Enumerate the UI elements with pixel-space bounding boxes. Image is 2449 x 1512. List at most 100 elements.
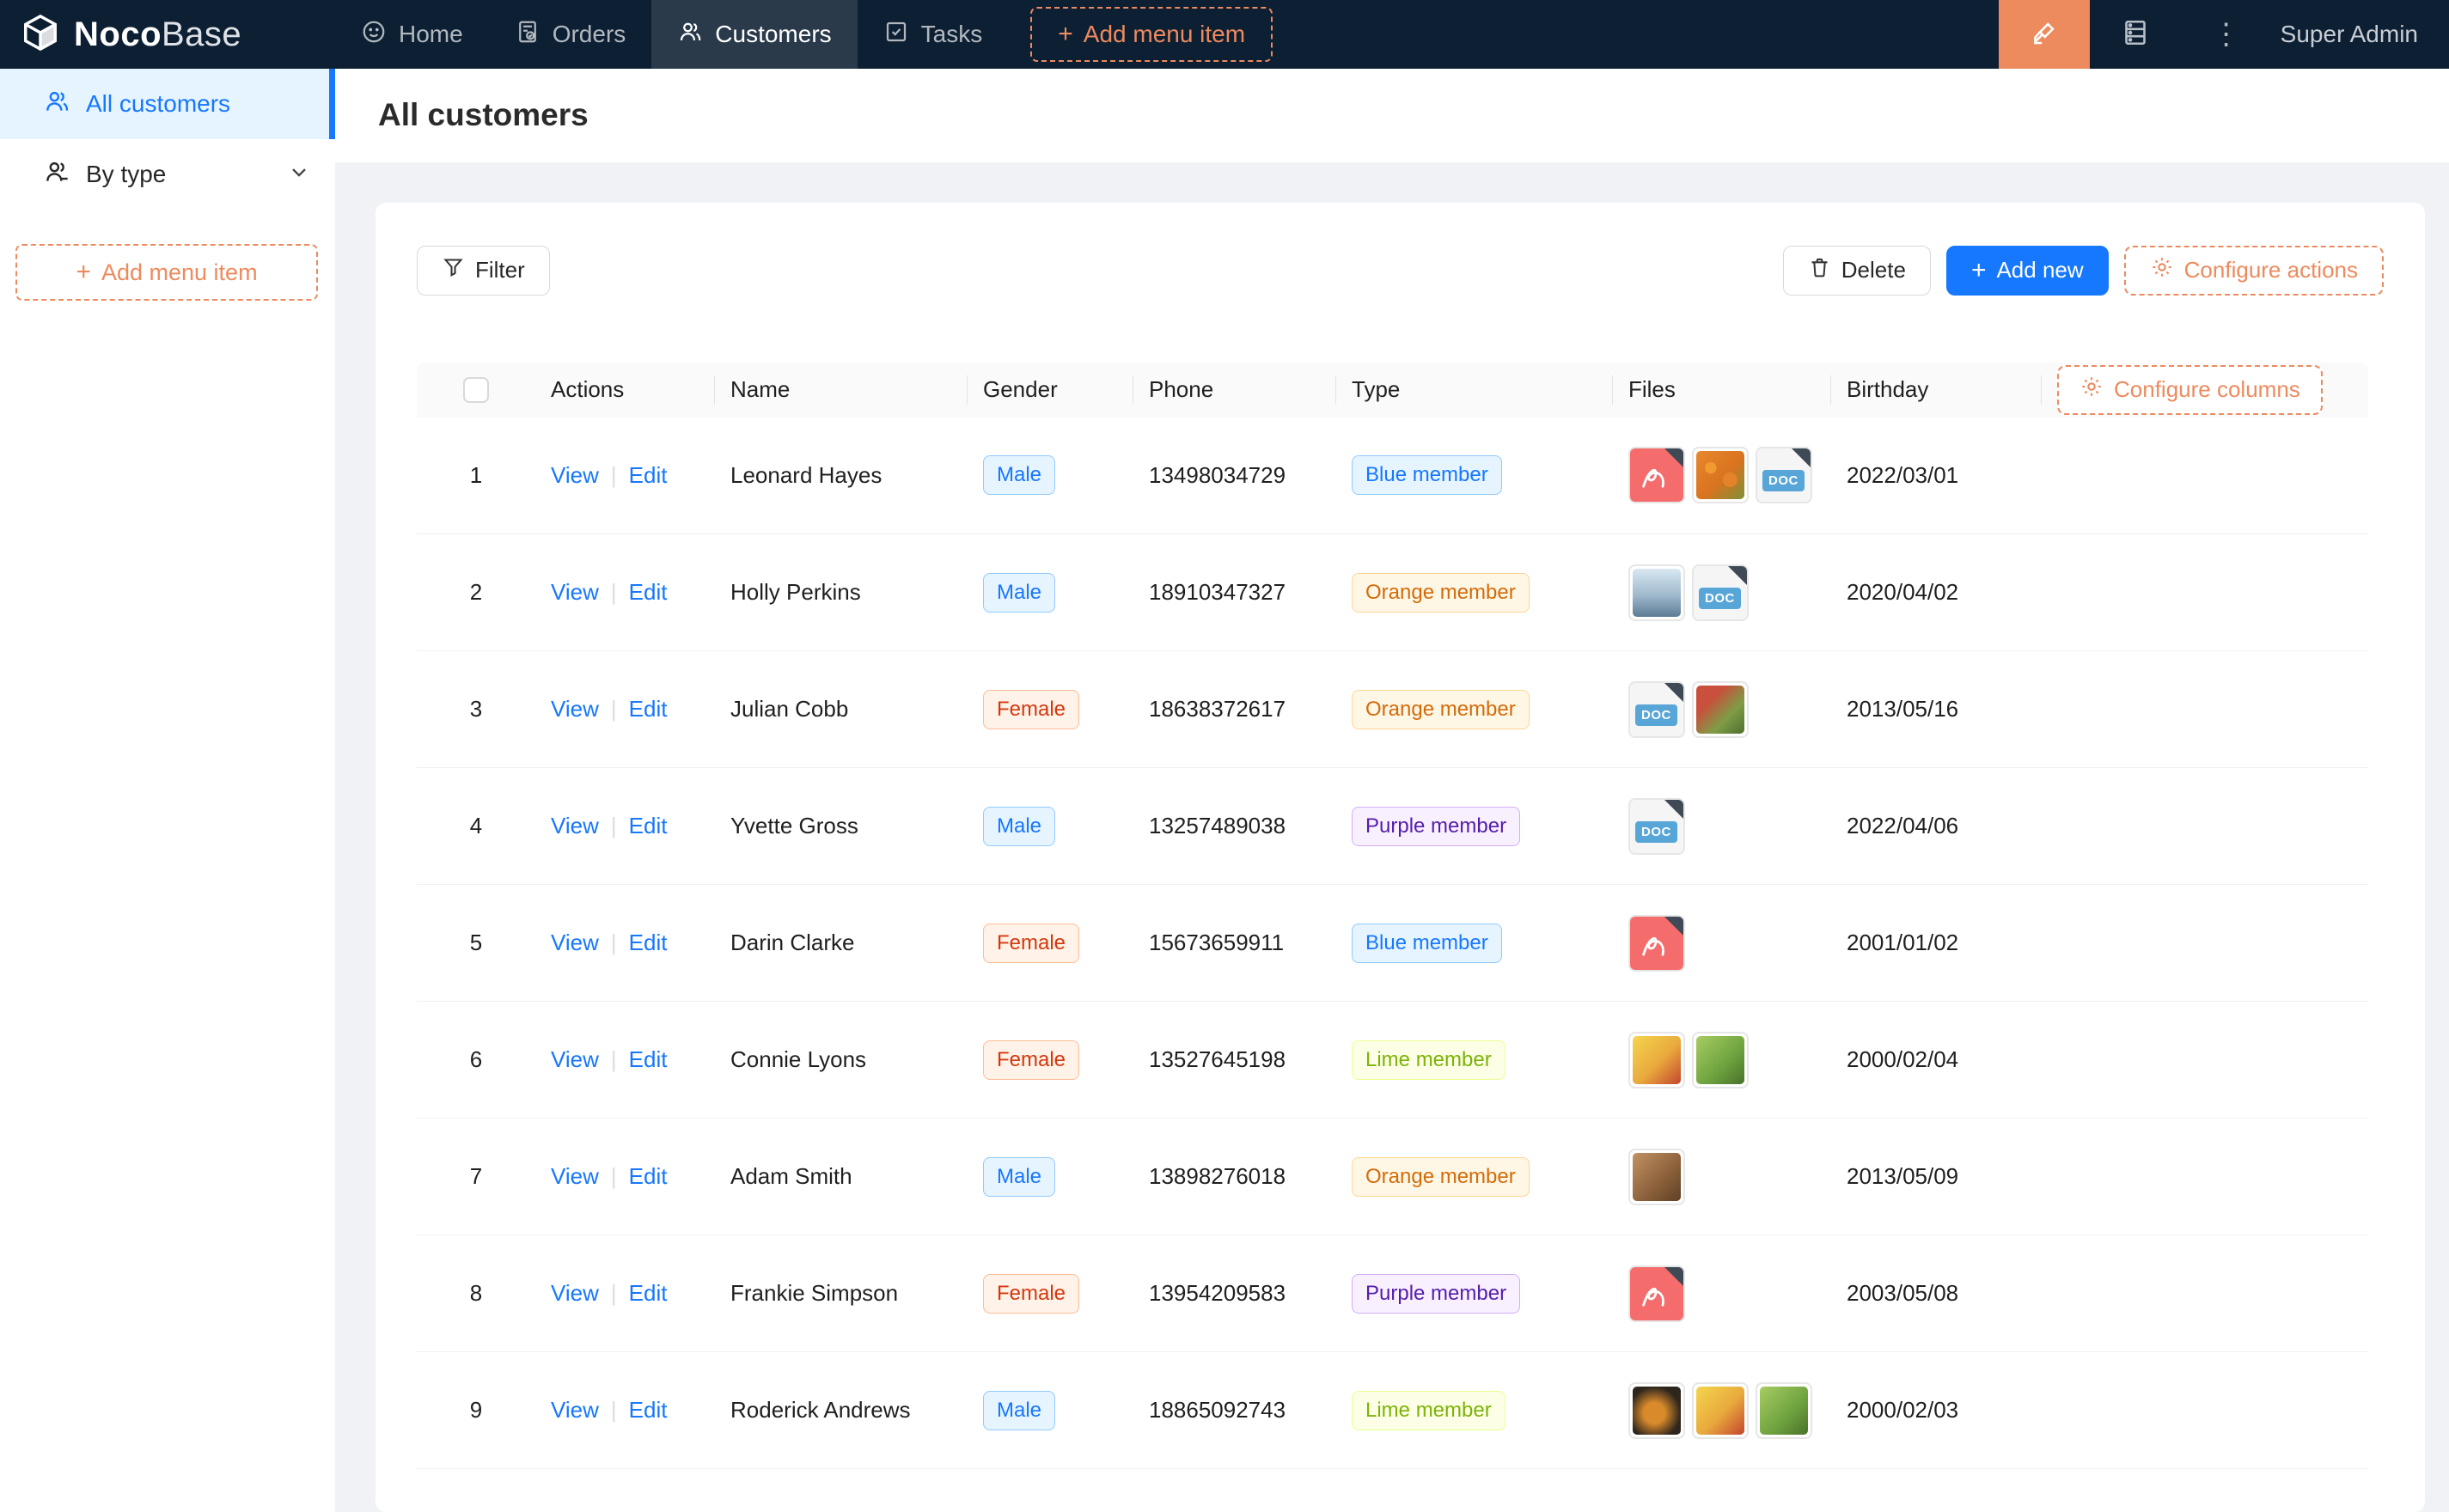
gender-cell: Male: [968, 1352, 1133, 1469]
edit-link[interactable]: Edit: [629, 696, 668, 722]
user-menu[interactable]: Super Admin: [2272, 21, 2449, 48]
nav-item-home[interactable]: Home: [335, 0, 489, 69]
database-icon: [2120, 17, 2151, 52]
member-type-tag: Purple member: [1352, 1274, 1520, 1314]
divider: |: [611, 1280, 617, 1306]
view-link[interactable]: View: [551, 1397, 599, 1423]
view-link[interactable]: View: [551, 696, 599, 722]
member-type-tag: Lime member: [1352, 1391, 1505, 1430]
empty-cell: [2042, 1119, 2368, 1235]
plus-icon: +: [1058, 21, 1073, 47]
select-all-checkbox[interactable]: [463, 377, 489, 403]
view-link[interactable]: View: [551, 813, 599, 838]
tasks-icon: [883, 19, 909, 51]
edit-link[interactable]: Edit: [629, 462, 668, 488]
view-link[interactable]: View: [551, 1280, 599, 1306]
nav-item-tasks[interactable]: Tasks: [858, 0, 1009, 69]
nav-add-menu-item-button[interactable]: + Add menu item: [1030, 7, 1273, 62]
files-cell: [1613, 885, 1831, 1002]
more-options-button[interactable]: ⋮: [2181, 0, 2272, 69]
edit-link[interactable]: Edit: [629, 1163, 668, 1189]
row-index: 5: [417, 885, 535, 1002]
table-block-card: Filter Delete + Add new: [376, 203, 2425, 1512]
table-row: 8 View|Edit Frankie Simpson Female 13954…: [417, 1235, 2368, 1352]
page-header: All customers: [335, 69, 2449, 162]
type-cell: Purple member: [1336, 1235, 1613, 1352]
image-file-thumbnail[interactable]: [1628, 1032, 1685, 1088]
phone-number: 15673659911: [1133, 885, 1336, 1002]
view-link[interactable]: View: [551, 930, 599, 955]
image-file-thumbnail[interactable]: [1628, 1382, 1685, 1439]
image-file-thumbnail[interactable]: [1756, 1382, 1812, 1439]
smiley-icon: [361, 19, 387, 51]
gender-tag: Female: [983, 924, 1079, 963]
nav-item-label: Orders: [553, 21, 626, 48]
row-index: 8: [417, 1235, 535, 1352]
edit-link[interactable]: Edit: [629, 1397, 668, 1423]
pdf-file-thumbnail[interactable]: [1628, 1265, 1685, 1322]
divider: |: [611, 696, 617, 722]
configure-actions-button[interactable]: Configure actions: [2124, 246, 2384, 296]
member-type-tag: Lime member: [1352, 1040, 1505, 1080]
sidebar-add-menu-item-button[interactable]: + Add menu item: [15, 244, 318, 301]
customer-name: Roderick Andrews: [715, 1352, 968, 1469]
nav-item-customers[interactable]: Customers: [651, 0, 857, 69]
divider: |: [611, 813, 617, 838]
gender-tag: Female: [983, 1040, 1079, 1080]
divider: |: [611, 930, 617, 955]
nav-add-menu-item-label: Add menu item: [1084, 21, 1245, 48]
member-type-tag: Blue member: [1352, 455, 1502, 495]
edit-link[interactable]: Edit: [629, 1046, 668, 1072]
edit-link[interactable]: Edit: [629, 1280, 668, 1306]
edit-link[interactable]: Edit: [629, 579, 668, 605]
divider: |: [611, 579, 617, 605]
doc-file-thumbnail[interactable]: DOC: [1628, 798, 1685, 855]
image-file-thumbnail[interactable]: [1692, 1032, 1749, 1088]
add-new-button[interactable]: + Add new: [1946, 246, 2109, 296]
orders-icon: [515, 19, 540, 51]
customer-name: Adam Smith: [715, 1119, 968, 1235]
doc-file-thumbnail[interactable]: DOC: [1756, 447, 1812, 503]
customer-name: Darin Clarke: [715, 885, 968, 1002]
filter-button[interactable]: Filter: [417, 246, 550, 296]
birthday: 2022/04/06: [1831, 768, 2042, 885]
view-link[interactable]: View: [551, 579, 599, 605]
image-file-thumbnail[interactable]: [1628, 1149, 1685, 1205]
pdf-file-thumbnail[interactable]: [1628, 447, 1685, 503]
table-row: 4 View|Edit Yvette Gross Male 1325748903…: [417, 768, 2368, 885]
image-file-thumbnail[interactable]: [1628, 564, 1685, 621]
edit-link[interactable]: Edit: [629, 930, 668, 955]
edit-link[interactable]: Edit: [629, 813, 668, 838]
view-link[interactable]: View: [551, 1163, 599, 1189]
customer-name: Holly Perkins: [715, 534, 968, 651]
phone-number: 13954209583: [1133, 1235, 1336, 1352]
files-cell: DOC: [1613, 651, 1831, 768]
pdf-file-thumbnail[interactable]: [1628, 915, 1685, 972]
ui-editor-toggle-button[interactable]: [1999, 0, 2090, 69]
empty-cell: [2042, 1352, 2368, 1469]
doc-file-thumbnail[interactable]: DOC: [1692, 564, 1749, 621]
birthday: 2003/05/08: [1831, 1235, 2042, 1352]
image-file-thumbnail[interactable]: [1692, 447, 1749, 503]
image-file-thumbnail[interactable]: [1692, 681, 1749, 738]
view-link[interactable]: View: [551, 1046, 599, 1072]
configure-columns-button[interactable]: Configure columns: [2057, 365, 2323, 415]
kebab-menu-icon: ⋮: [2212, 17, 2241, 52]
delete-button[interactable]: Delete: [1783, 246, 1931, 296]
app-logo[interactable]: NocoBase: [0, 13, 335, 57]
sidebar-item-by-type[interactable]: By type: [0, 139, 335, 210]
api-database-button[interactable]: [2090, 0, 2181, 69]
type-cell: Orange member: [1336, 1119, 1613, 1235]
column-header-name: Name: [715, 363, 968, 418]
type-cell: Blue member: [1336, 418, 1613, 534]
doc-file-thumbnail[interactable]: DOC: [1628, 681, 1685, 738]
sidebar-item-all-customers[interactable]: All customers: [0, 69, 335, 139]
sidebar-item-label: All customers: [86, 90, 230, 118]
image-file-thumbnail[interactable]: [1692, 1382, 1749, 1439]
column-header-birthday: Birthday: [1831, 363, 2042, 418]
main-menu: Home Orders Customers Tasks: [335, 0, 1008, 69]
empty-cell: [2042, 1235, 2368, 1352]
add-new-button-label: Add new: [1996, 257, 2083, 284]
nav-item-orders[interactable]: Orders: [489, 0, 652, 69]
view-link[interactable]: View: [551, 462, 599, 488]
